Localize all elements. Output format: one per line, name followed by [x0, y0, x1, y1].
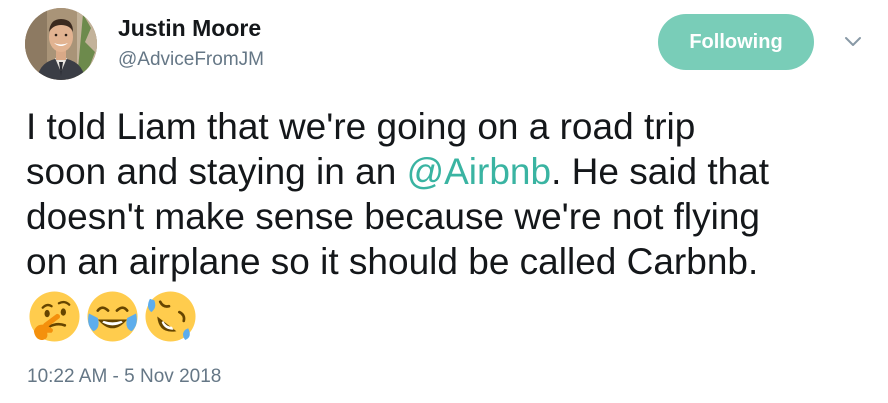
- more-options-button[interactable]: [843, 34, 863, 50]
- tweet-text: I told Liam that we're going on a road t…: [26, 104, 876, 284]
- chevron-down-icon: [845, 37, 861, 46]
- mention-link[interactable]: @Airbnb: [407, 151, 552, 192]
- tweet-text-segment: soon and staying in an: [26, 151, 407, 192]
- face-with-tears-of-joy-emoji-icon: [87, 291, 138, 342]
- tweet-timestamp[interactable]: 10:22 AM - 5 Nov 2018: [27, 365, 221, 389]
- tweet-text-segment: . He said that: [551, 151, 770, 192]
- following-button[interactable]: Following: [658, 14, 814, 70]
- user-name[interactable]: Justin Moore: [118, 14, 261, 42]
- tweet-line: on an airplane so it should be called Ca…: [26, 241, 759, 282]
- tweet-card: Justin Moore @AdviceFromJM Following I t…: [0, 0, 888, 403]
- tweet-line: soon and staying in an @Airbnb. He said …: [26, 149, 876, 194]
- user-handle[interactable]: @AdviceFromJM: [118, 48, 264, 72]
- thinking-face-emoji-icon: [29, 291, 80, 342]
- rolling-on-the-floor-laughing-emoji-icon: [145, 291, 196, 342]
- avatar[interactable]: [25, 8, 97, 80]
- profile-photo-icon: [25, 8, 97, 80]
- tweet-line: doesn't make sense because we're not fly…: [26, 196, 761, 237]
- tweet-line: I told Liam that we're going on a road t…: [26, 106, 696, 147]
